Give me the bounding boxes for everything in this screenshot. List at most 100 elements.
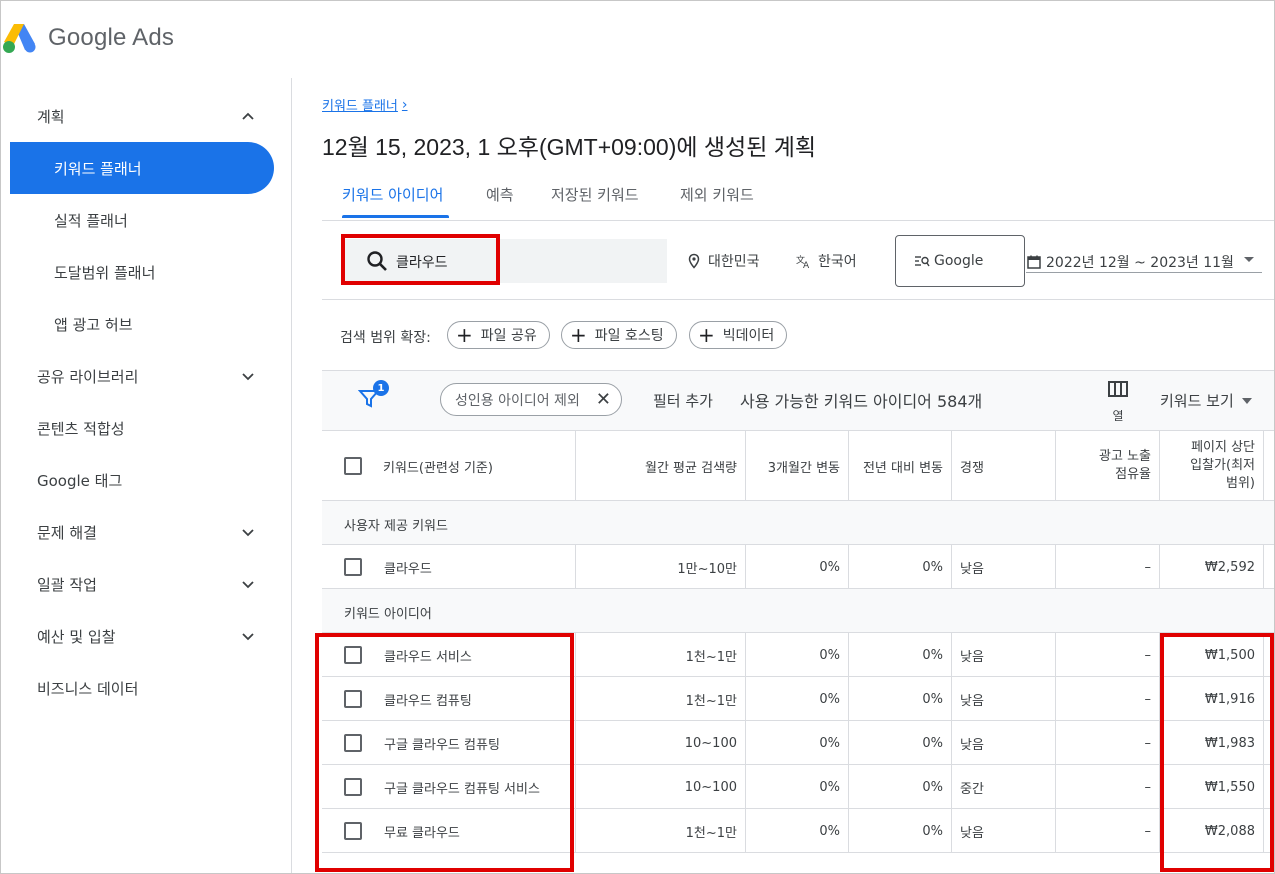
sidebar: 계획 키워드 플래너 실적 플래너 도달범위 플래너 앱 광고 허브 공유 라이… bbox=[10, 78, 292, 874]
select-all-checkbox[interactable] bbox=[344, 457, 362, 475]
active-tab-indicator bbox=[342, 215, 449, 218]
location-selector[interactable]: 대한민국 bbox=[686, 251, 760, 271]
sidebar-item-plan[interactable]: 계획 bbox=[10, 90, 274, 142]
language-label: 한국어 bbox=[818, 254, 857, 270]
yoy-cell: 0% bbox=[849, 721, 952, 765]
impression-share-cell: – bbox=[1056, 765, 1160, 809]
sidebar-item-label: Google 태그 bbox=[37, 471, 123, 490]
monthly-cell: 1만~10만 bbox=[576, 545, 746, 589]
keyword-view-label: 키워드 보기 bbox=[1160, 392, 1234, 410]
broaden-pill-file-hosting[interactable]: + 파일 호스팅 bbox=[561, 321, 677, 349]
tab-negative-keywords[interactable]: 제외 키워드 bbox=[680, 184, 754, 205]
header-keyword[interactable]: 키워드(관련성 기준) bbox=[322, 431, 576, 501]
chevron-down-icon bbox=[240, 524, 256, 540]
sidebar-item-app-ad-hub[interactable]: 앱 광고 허브 bbox=[10, 298, 274, 350]
header-impression-share-line2: 점유율 bbox=[1115, 467, 1151, 482]
calendar-icon bbox=[1027, 255, 1041, 269]
highlight-box-keywords bbox=[315, 633, 574, 872]
yoy-cell: 0% bbox=[849, 633, 952, 677]
chevron-down-icon bbox=[240, 628, 256, 644]
table-header: 키워드(관련성 기준) 월간 평균 검색량 3개월간 변동 전년 대비 변동 경… bbox=[322, 431, 1274, 501]
impression-share-cell: – bbox=[1056, 677, 1160, 721]
header-bid-line3: 범위) bbox=[1226, 476, 1255, 491]
close-icon[interactable]: ✕ bbox=[596, 389, 611, 410]
table-row[interactable]: 클라우드 1만~10만 0% 0% 낮음 – ₩2,592 bbox=[322, 545, 1274, 589]
sidebar-item-content-suitability[interactable]: 콘텐츠 적합성 bbox=[10, 402, 274, 454]
search-network-button[interactable]: Google bbox=[895, 235, 1025, 287]
section-keyword-ideas: 키워드 아이디어 bbox=[322, 589, 1274, 633]
competition-cell: 낮음 bbox=[952, 721, 1056, 765]
sidebar-item-label: 앱 광고 허브 bbox=[54, 315, 133, 334]
section-label: 키워드 아이디어 bbox=[344, 607, 432, 622]
sidebar-item-troubleshooting[interactable]: 문제 해결 bbox=[10, 506, 274, 558]
sidebar-item-business-data[interactable]: 비즈니스 데이터 bbox=[10, 662, 274, 714]
breadcrumb[interactable]: 키워드 플래너 › bbox=[322, 95, 408, 115]
filter-count-badge: 1 bbox=[373, 380, 389, 396]
sidebar-item-shared-library[interactable]: 공유 라이브러리 bbox=[10, 350, 274, 402]
three-month-cell: 0% bbox=[746, 721, 849, 765]
section-user-keywords: 사용자 제공 키워드 bbox=[322, 501, 1274, 545]
header-impression-share[interactable]: 광고 노출 점유율 bbox=[1056, 431, 1160, 501]
broaden-search-label: 검색 범위 확장: bbox=[340, 330, 431, 346]
tab-keyword-ideas[interactable]: 키워드 아이디어 bbox=[342, 184, 443, 205]
date-range-label: 2022년 12월 ~ 2023년 11월 bbox=[1046, 254, 1234, 271]
header-bid-line1: 페이지 상단 bbox=[1191, 440, 1255, 455]
competition-cell: 낮음 bbox=[952, 677, 1056, 721]
monthly-cell: 10~100 bbox=[576, 765, 746, 809]
sidebar-item-bulk-actions[interactable]: 일괄 작업 bbox=[10, 558, 274, 610]
bid-cell: ₩2,592 bbox=[1160, 545, 1264, 589]
sidebar-item-label: 계획 bbox=[37, 107, 65, 126]
sidebar-item-label: 비즈니스 데이터 bbox=[37, 679, 139, 698]
breadcrumb-link[interactable]: 키워드 플래너 bbox=[322, 95, 398, 114]
sidebar-item-label: 실적 플래너 bbox=[54, 211, 128, 230]
header-monthly-searches[interactable]: 월간 평균 검색량 bbox=[576, 431, 746, 501]
network-label: Google bbox=[934, 253, 984, 269]
pill-label: 빅데이터 bbox=[722, 328, 775, 344]
sidebar-item-google-tag[interactable]: Google 태그 bbox=[10, 454, 274, 506]
columns-icon bbox=[1108, 381, 1128, 397]
broaden-pill-file-sharing[interactable]: + 파일 공유 bbox=[447, 321, 550, 349]
highlight-box-search bbox=[341, 234, 500, 285]
impression-share-cell: – bbox=[1056, 721, 1160, 765]
google-ads-logo-icon bbox=[3, 24, 36, 53]
dropdown-caret-icon bbox=[1241, 397, 1252, 404]
sidebar-item-budgets-bidding[interactable]: 예산 및 입찰 bbox=[10, 610, 274, 662]
add-filter-button[interactable]: 필터 추가 bbox=[653, 390, 713, 411]
header-bid-line2: 입찰가(최저 bbox=[1190, 458, 1255, 473]
pill-label: 파일 공유 bbox=[480, 328, 537, 344]
monthly-cell: 10~100 bbox=[576, 721, 746, 765]
sidebar-item-performance-planner[interactable]: 실적 플래너 bbox=[10, 194, 274, 246]
sidebar-item-reach-planner[interactable]: 도달범위 플래너 bbox=[10, 246, 274, 298]
sidebar-item-label: 일괄 작업 bbox=[37, 575, 97, 594]
date-range-selector[interactable]: 2022년 12월 ~ 2023년 11월 bbox=[1026, 251, 1262, 273]
language-selector[interactable]: 文A 한국어 bbox=[796, 251, 857, 271]
keyword-view-dropdown[interactable]: 키워드 보기 bbox=[1160, 390, 1252, 411]
filter-bar: 1 성인용 아이디어 제외 ✕ 필터 추가 사용 가능한 키워드 아이디어 58… bbox=[322, 371, 1274, 431]
header-competition[interactable]: 경쟁 bbox=[952, 431, 1056, 501]
location-label: 대한민국 bbox=[708, 254, 760, 270]
logo-text: Google Ads bbox=[48, 24, 175, 51]
plus-icon: + bbox=[570, 323, 587, 347]
search-network-icon bbox=[915, 256, 930, 267]
header-yoy-change[interactable]: 전년 대비 변동 bbox=[849, 431, 952, 501]
header-three-month-change[interactable]: 3개월간 변동 bbox=[746, 431, 849, 501]
competition-cell: 낮음 bbox=[952, 809, 1056, 853]
broaden-pill-big-data[interactable]: + 빅데이터 bbox=[689, 321, 788, 349]
three-month-cell: 0% bbox=[746, 809, 849, 853]
tab-bar: 키워드 아이디어 예측 저장된 키워드 제외 키워드 bbox=[322, 174, 1274, 220]
google-ads-logo[interactable]: Google Ads bbox=[2, 22, 174, 54]
sidebar-item-keyword-planner[interactable]: 키워드 플래너 bbox=[10, 142, 274, 194]
adult-ideas-filter-chip[interactable]: 성인용 아이디어 제외 ✕ bbox=[440, 383, 622, 416]
tab-forecast[interactable]: 예측 bbox=[486, 184, 514, 205]
three-month-cell: 0% bbox=[746, 765, 849, 809]
filter-chip-label: 성인용 아이디어 제외 bbox=[455, 392, 580, 409]
header-impression-share-line1: 광고 노출 bbox=[1099, 449, 1151, 464]
columns-label: 열 bbox=[1112, 409, 1124, 423]
tab-saved-keywords[interactable]: 저장된 키워드 bbox=[551, 184, 639, 205]
header-keyword-label: 키워드(관련성 기준) bbox=[383, 461, 493, 476]
sidebar-item-label: 콘텐츠 적합성 bbox=[37, 419, 125, 438]
three-month-cell: 0% bbox=[746, 545, 849, 589]
impression-share-cell: – bbox=[1056, 633, 1160, 677]
header-top-bid-low[interactable]: 페이지 상단 입찰가(최저 범위) bbox=[1160, 431, 1264, 501]
columns-button[interactable]: 열 bbox=[1106, 381, 1130, 424]
